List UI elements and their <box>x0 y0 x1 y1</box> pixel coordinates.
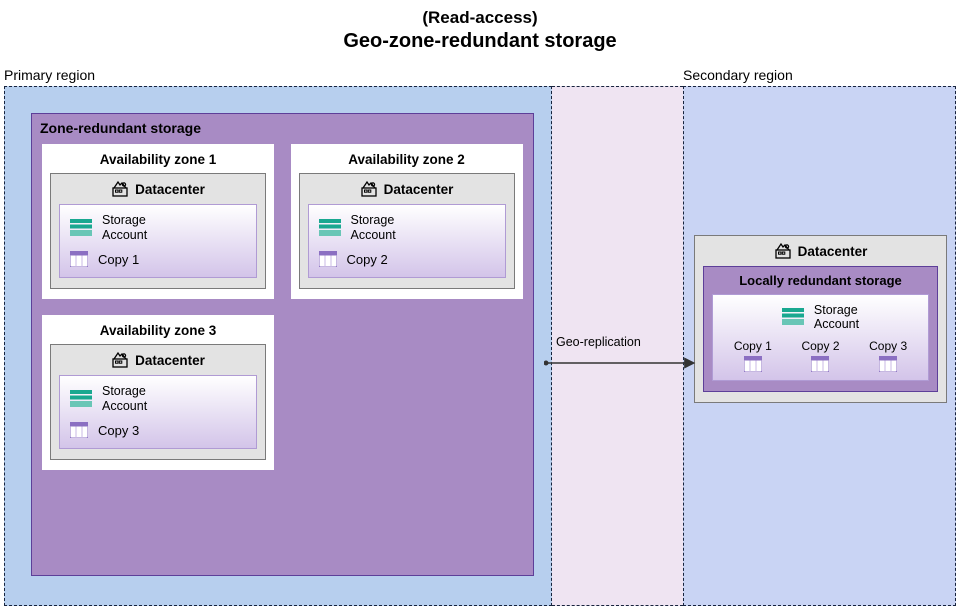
datacenter-label: Datacenter <box>384 182 454 197</box>
zones-grid: Availability zone 1 Datacenter Storage A… <box>42 144 523 470</box>
copy-item: Copy 1 <box>734 339 772 372</box>
zone-title: Availability zone 2 <box>299 152 515 167</box>
datacenter: Datacenter Storage Account Copy 3 <box>50 344 266 460</box>
diagram-title: Geo-zone-redundant storage <box>0 30 960 53</box>
availability-zone-1: Availability zone 1 Datacenter Storage A… <box>42 144 274 299</box>
copy-label: Copy 1 <box>734 339 772 353</box>
storage-account-box: Storage Account Copy 3 <box>59 375 257 449</box>
storage-account-label: Storage Account <box>102 213 147 243</box>
datacenter-label: Datacenter <box>135 353 205 368</box>
copy-item: Copy 3 <box>869 339 907 372</box>
lrs-storage-box: Storage Account Copy 1 Copy 2 Copy 3 <box>712 294 929 381</box>
storage-account-box: Storage Account Copy 1 <box>59 204 257 278</box>
copy-label: Copy 3 <box>869 339 907 353</box>
datacenter-label: Datacenter <box>798 244 868 259</box>
copy-icon <box>319 251 337 267</box>
storage-account-icon <box>319 219 341 237</box>
datacenter-label: Datacenter <box>135 182 205 197</box>
zone-title: Availability zone 3 <box>50 323 266 338</box>
datacenter: Datacenter Storage Account Copy 1 <box>50 173 266 289</box>
secondary-region-label: Secondary region <box>683 67 793 83</box>
copy-icon <box>70 422 88 438</box>
copy-label: Copy 2 <box>801 339 839 353</box>
copy-item: Copy 2 <box>801 339 839 372</box>
zone-title: Availability zone 1 <box>50 152 266 167</box>
copy-icon <box>811 356 829 372</box>
availability-zone-3: Availability zone 3 Datacenter Storage A… <box>42 315 274 470</box>
storage-account-icon <box>70 390 92 408</box>
geo-replication-label: Geo-replication <box>556 335 641 349</box>
storage-account-label: Storage Account <box>814 303 859 331</box>
secondary-datacenter: Datacenter Locally redundant storage Sto… <box>694 235 947 403</box>
geo-replication-arrow <box>544 355 702 371</box>
storage-account-label: Storage Account <box>102 384 147 414</box>
primary-region: Zone-redundant storage Availability zone… <box>4 86 552 606</box>
datacenter: Datacenter Storage Account Copy 2 <box>299 173 515 289</box>
copy-label: Copy 3 <box>98 423 139 438</box>
copy-icon <box>744 356 762 372</box>
lrs-container: Locally redundant storage Storage Accoun… <box>703 266 938 392</box>
zrs-title: Zone-redundant storage <box>40 120 525 136</box>
diagram-subtitle: (Read-access) <box>0 8 960 28</box>
datacenter-icon <box>360 180 378 198</box>
copy-icon <box>879 356 897 372</box>
copies-row: Copy 1 Copy 2 Copy 3 <box>721 339 920 372</box>
datacenter-icon <box>111 180 129 198</box>
storage-account-box: Storage Account Copy 2 <box>308 204 506 278</box>
copy-label: Copy 1 <box>98 252 139 267</box>
storage-account-label: Storage Account <box>351 213 396 243</box>
secondary-region: Datacenter Locally redundant storage Sto… <box>683 86 956 606</box>
availability-zone-2: Availability zone 2 Datacenter Storage A… <box>291 144 523 299</box>
copy-icon <box>70 251 88 267</box>
storage-account-icon <box>782 308 804 326</box>
datacenter-icon <box>111 351 129 369</box>
zrs-container: Zone-redundant storage Availability zone… <box>31 113 534 576</box>
storage-account-icon <box>70 219 92 237</box>
lrs-title: Locally redundant storage <box>712 273 929 288</box>
diagram-header: (Read-access) Geo-zone-redundant storage <box>0 0 960 53</box>
datacenter-icon <box>774 242 792 260</box>
copy-label: Copy 2 <box>347 252 388 267</box>
primary-region-label: Primary region <box>4 67 95 83</box>
